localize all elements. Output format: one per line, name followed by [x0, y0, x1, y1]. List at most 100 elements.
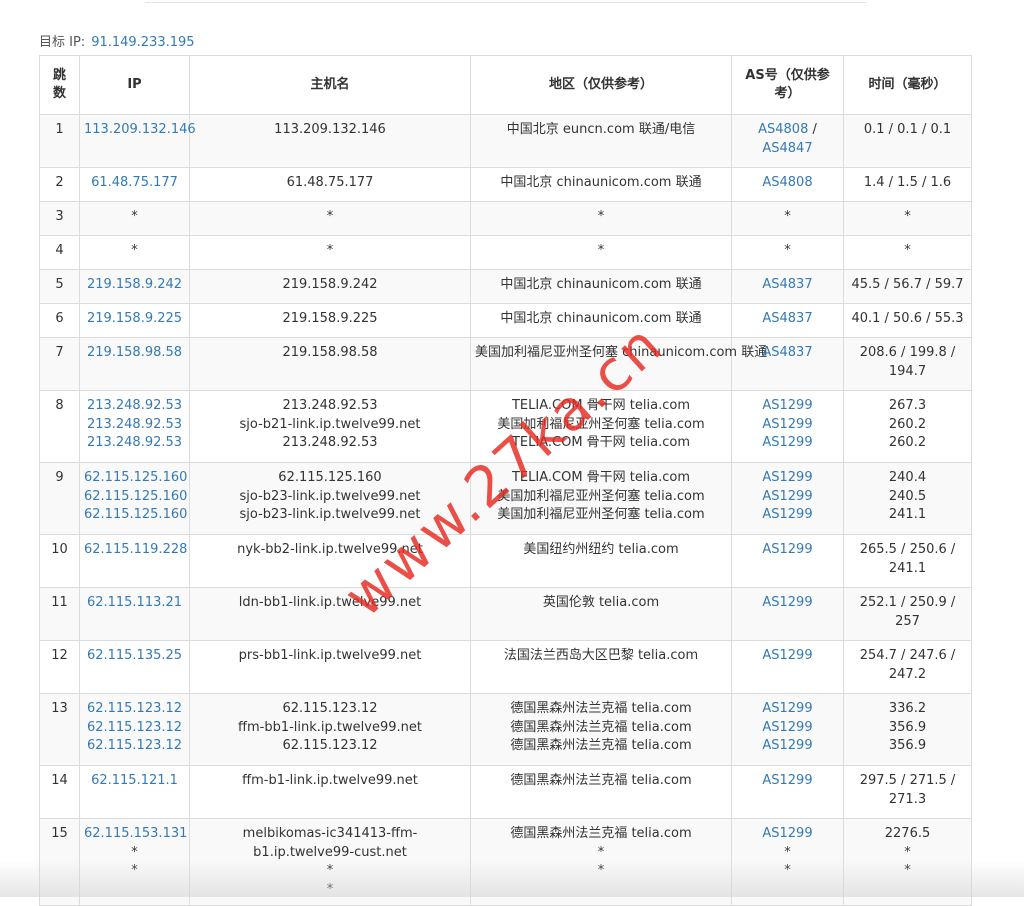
cell-hostname-value: *: [326, 243, 334, 258]
ip-link[interactable]: 62.115.135.25: [84, 647, 185, 666]
ip-link[interactable]: 61.48.75.177: [84, 174, 185, 193]
cell-as: AS4837: [731, 303, 844, 338]
cell-hostname-value: 213.248.92.53: [282, 435, 378, 451]
as-link[interactable]: AS4837: [736, 310, 839, 329]
as-link[interactable]: AS4808: [736, 174, 839, 193]
header-hop: 跳数: [39, 55, 80, 115]
cell-time: 45.5 / 56.7 / 59.7: [843, 269, 972, 304]
as-link[interactable]: AS1299: [736, 700, 839, 719]
as-link[interactable]: AS1299: [736, 469, 839, 488]
cell-hostname: *: [189, 201, 471, 236]
as-link[interactable]: AS1299: [736, 594, 839, 613]
cell-region-value: *: [597, 243, 605, 258]
cell-ip: *: [79, 235, 190, 270]
cell-region-value: 中国北京 euncn.com 联通/电信: [506, 122, 696, 137]
cell-hostname-value: 62.115.125.160: [278, 470, 382, 485]
ip-link[interactable]: 213.248.92.53: [84, 416, 185, 435]
cell-hostname-value: sjo-b23-link.ip.twelve99.net: [239, 507, 421, 523]
as-link[interactable]: AS1299: [736, 737, 839, 756]
cell-hop: 10: [39, 534, 80, 588]
cell-region-value: *: [597, 844, 605, 860]
cell-time-value: 252.1 / 250.9 / 257: [859, 595, 956, 629]
ip-link[interactable]: 62.115.125.160: [84, 506, 187, 525]
cell-region: 英国伦敦 telia.com: [470, 587, 732, 641]
ip-link[interactable]: 62.115.119.228: [84, 541, 187, 560]
cell-hostname: nyk-bb2-link.ip.twelve99.net: [189, 534, 471, 588]
cell-ip: 113.209.132.146: [79, 114, 196, 168]
cell-region: *: [470, 201, 732, 236]
target-ip-line: 目标 IP: 91.149.233.195: [39, 31, 195, 50]
as-link[interactable]: AS4847: [762, 141, 812, 156]
cell-time-value: 241.1: [888, 507, 927, 523]
ip-link[interactable]: 219.158.9.225: [84, 310, 185, 329]
ip-link[interactable]: 62.115.123.12: [84, 700, 185, 719]
cell-region-value: 法国法兰西岛大区巴黎 telia.com: [503, 648, 699, 663]
cell-time: *: [843, 201, 972, 236]
cell-time: 1.4 / 1.5 / 1.6: [843, 167, 972, 202]
cell-time-value: 260.2: [888, 435, 927, 451]
as-link[interactable]: AS1299: [736, 647, 839, 666]
cell-hostname-value: melbikomas-ic341413-ffm-b1.ip.twelve99-c…: [242, 826, 418, 860]
ip-link[interactable]: 62.115.153.131: [84, 825, 187, 844]
as-link[interactable]: AS1299: [736, 397, 839, 416]
cell-region: 中国北京 euncn.com 联通/电信: [470, 114, 732, 168]
cell-hostname: 113.209.132.146: [189, 114, 471, 168]
cell-ip: 62.115.113.21: [79, 587, 190, 641]
ip-link[interactable]: 62.115.123.12: [84, 719, 185, 738]
target-ip-value: 91.149.233.195: [91, 35, 195, 50]
as-link[interactable]: AS4837: [736, 276, 839, 295]
cell-ip: 61.48.75.177: [79, 167, 190, 202]
ip-link[interactable]: 62.115.113.21: [84, 594, 185, 613]
table-row: 14 62.115.121.1 ffm-b1-link.ip.twelve99.ne…: [39, 765, 972, 819]
ip-link[interactable]: 219.158.9.242: [84, 276, 185, 295]
cell-region-value: 英国伦敦 telia.com: [542, 595, 660, 610]
ip-link[interactable]: 113.209.132.146: [84, 121, 196, 140]
table-row: 7 219.158.98.58 219.158.98.58 美国加利福尼亚州圣何塞 c…: [39, 337, 972, 391]
table-header-row: 跳数 IP 主机名 地区（仅供参考） AS号（仅供参考） 时间（毫秒）: [39, 55, 972, 115]
table-row: 11 62.115.113.21 ldn-bb1-link.ip.twelve99.…: [39, 587, 972, 641]
table-row: 6 219.158.9.225 219.158.9.225 中国北京 chinauni…: [39, 303, 972, 338]
as-link[interactable]: AS1299: [736, 416, 839, 435]
cell-time: 252.1 / 250.9 / 257: [843, 587, 972, 641]
ip-link[interactable]: 219.158.98.58: [84, 344, 185, 363]
cell-ip-value: *: [131, 844, 138, 860]
cell-hop: 11: [39, 587, 80, 641]
ip-link[interactable]: 62.115.121.1: [84, 772, 185, 791]
ip-link[interactable]: 62.115.125.160: [84, 469, 187, 488]
cell-hostname-value: 219.158.9.242: [282, 277, 378, 292]
ip-link[interactable]: 213.248.92.53: [84, 397, 185, 416]
cell-time: 208.6 / 199.8 / 194.7: [843, 337, 972, 391]
cell-region: 德国黑森州法兰克福 telia.com * *: [470, 817, 732, 906]
as-link[interactable]: AS1299: [736, 541, 839, 560]
ip-link[interactable]: 213.248.92.53: [84, 434, 185, 453]
cell-as-value: *: [784, 844, 791, 860]
as-link[interactable]: AS1299: [736, 825, 839, 844]
cell-time: *: [843, 235, 972, 270]
cell-region-value: 德国黑森州法兰克福 telia.com: [510, 773, 692, 788]
as-link[interactable]: AS1299: [736, 434, 839, 453]
table-row: 9 62.115.125.160 62.115.125.160 62.115.125.…: [39, 462, 972, 535]
as-link[interactable]: AS1299: [736, 488, 839, 507]
cell-as: *: [731, 235, 844, 270]
cell-ip-value: *: [131, 243, 138, 258]
cell-hostname: ldn-bb1-link.ip.twelve99.net: [189, 587, 471, 641]
cell-ip: 62.115.119.228: [79, 534, 190, 588]
as-link[interactable]: AS1299: [736, 506, 839, 525]
table-row: 8 213.248.92.53 213.248.92.53 213.248.92.53…: [39, 390, 972, 463]
cell-hostname-value: ffm-b1-link.ip.twelve99.net: [242, 773, 418, 788]
cell-region-value: 德国黑森州法兰克福 telia.com: [510, 826, 692, 841]
cell-hostname: 62.115.125.160 sjo-b23-link.ip.twelve99.n…: [189, 462, 471, 535]
target-ip-label: 目标 IP:: [39, 35, 86, 50]
as-link[interactable]: AS1299: [736, 719, 839, 738]
cell-hop: 3: [39, 201, 80, 236]
ip-link[interactable]: 62.115.123.12: [84, 737, 185, 756]
cell-hostname-value: prs-bb1-link.ip.twelve99.net: [238, 648, 422, 663]
as-link[interactable]: AS1299: [736, 772, 839, 791]
ip-link[interactable]: 62.115.125.160: [84, 488, 187, 507]
cell-region-value: 德国黑森州法兰克福 telia.com: [510, 738, 692, 754]
as-link[interactable]: AS4808: [758, 122, 808, 137]
cell-ip: 62.115.123.12 62.115.123.12 62.115.123.12: [79, 693, 190, 766]
table-row: 4 * * * * *: [39, 235, 972, 270]
cell-region-value: TELIA.COM 骨干网 telia.com: [511, 435, 690, 451]
cell-region: TELIA.COM 骨干网 telia.com 美国加利福尼亚州圣何塞 telia…: [470, 390, 732, 463]
